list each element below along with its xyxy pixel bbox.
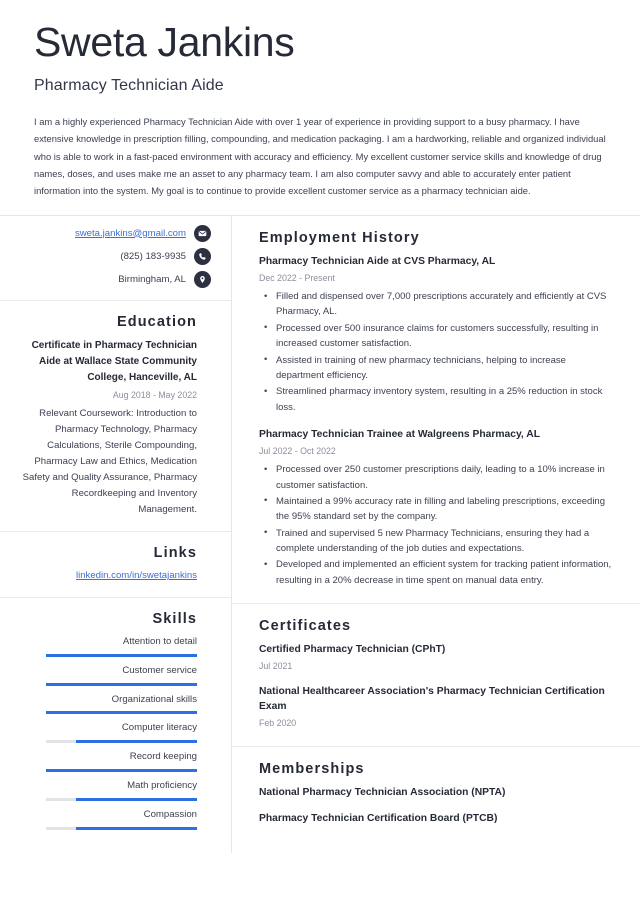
resume-body: sweta.jankins@gmail.com (825) 183-9935 B…: [0, 215, 640, 853]
candidate-job-title: Pharmacy Technician Aide: [34, 77, 224, 95]
certificate-title: National Healthcareer Association's Phar…: [259, 686, 605, 713]
skill-label: Computer literacy: [121, 722, 197, 734]
envelope-icon: [194, 224, 211, 242]
memberships-heading: Memberships: [259, 761, 365, 778]
education-degree: Certificate in Pharmacy Technician Aide …: [31, 339, 197, 384]
employment-bullet: Processed over 500 insurance claims for …: [259, 320, 612, 352]
skill-level-bar: [46, 769, 197, 773]
employment-bullet: Maintained a 99% accuracy rate in fillin…: [259, 493, 612, 525]
sidebar-column: sweta.jankins@gmail.com (825) 183-9935 B…: [0, 215, 232, 853]
resume-header: Sweta Jankins Pharmacy Technician Aide I…: [0, 0, 640, 199]
employment-bullet: Developed and implemented an efficient s…: [259, 557, 612, 588]
contact-email[interactable]: sweta.jankins@gmail.com: [75, 228, 186, 240]
skill-level-fill: [76, 797, 197, 801]
employment-bullet-list: Filled and dispensed over 7,000 prescrip…: [259, 289, 612, 415]
contact-row-phone[interactable]: (825) 183-9935: [14, 247, 211, 265]
skill-label: Customer service: [122, 664, 197, 676]
education-heading: Education: [117, 313, 197, 330]
employment-bullet: Processed over 250 customer prescription…: [259, 462, 612, 493]
employment-bullet-list: Processed over 250 customer prescription…: [259, 462, 612, 588]
skill-level-bar: [46, 653, 197, 657]
skill-item: Compassion: [14, 808, 197, 830]
skill-level-bar: [46, 740, 197, 744]
skill-level-bar: [46, 682, 197, 686]
employment-bullet: Assisted in training of new pharmacy tec…: [259, 352, 612, 384]
professional-summary: I am a highly experienced Pharmacy Techn…: [34, 116, 606, 196]
certificates-entry-list: Certified Pharmacy Technician (CPhT) Jul …: [259, 643, 612, 730]
links-heading: Links: [153, 545, 197, 562]
link-item[interactable]: linkedin.com/in/swetajankins: [14, 569, 197, 583]
skill-level-fill: [46, 769, 197, 773]
employment-entry-date: Dec 2022 - Present: [259, 272, 335, 283]
memberships-entry-list: National Pharmacy Technician Association…: [259, 786, 612, 827]
certificates-heading: Certificates: [259, 618, 352, 635]
candidate-name: Sweta Jankins: [34, 19, 295, 65]
employment-entry: Pharmacy Technician Aide at CVS Pharmacy…: [259, 255, 612, 415]
skill-label: Record keeping: [129, 751, 197, 763]
employment-bullet: Streamlined pharmacy inventory system, r…: [259, 384, 612, 415]
skills-heading: Skills: [152, 610, 197, 627]
membership-entry: Pharmacy Technician Certification Board …: [259, 813, 498, 825]
contact-row-location: Birmingham, AL: [14, 270, 211, 288]
certificate-title: Certified Pharmacy Technician (CPhT): [259, 644, 446, 656]
map-pin-icon: [194, 270, 211, 288]
skill-item: Organizational skills: [14, 693, 197, 715]
skill-level-fill: [76, 826, 197, 830]
memberships-block: Memberships National Pharmacy Technician…: [232, 746, 640, 843]
employment-entry: Pharmacy Technician Trainee at Walgreens…: [259, 428, 612, 588]
skill-level-bar: [46, 711, 197, 715]
employment-bullet: Trained and supervised 5 new Pharmacy Te…: [259, 525, 612, 557]
skill-level-bar: [46, 797, 197, 801]
contact-location: Birmingham, AL: [118, 273, 186, 285]
skill-item: Math proficiency: [14, 779, 197, 801]
education-date: Aug 2018 - May 2022: [112, 390, 197, 401]
skill-item: Record keeping: [14, 750, 197, 773]
links-block: Links linkedin.com/in/swetajankins: [0, 531, 231, 596]
employment-entry-title: Pharmacy Technician Aide at CVS Pharmacy…: [259, 255, 496, 267]
skill-item: Attention to detail: [14, 635, 197, 657]
employment-bullet: Filled and dispensed over 7,000 prescrip…: [259, 289, 612, 320]
skill-item: Computer literacy: [14, 721, 197, 744]
skill-item: Customer service: [14, 664, 197, 686]
skills-block: Skills Attention to detail Customer servi…: [0, 596, 231, 853]
skill-label: Organizational skills: [111, 693, 197, 705]
skills-list: Attention to detail Customer service Organ…: [14, 635, 197, 830]
certificate-date: Jul 2021: [259, 661, 293, 672]
skill-label: Compassion: [143, 808, 197, 820]
skill-level-fill: [46, 653, 197, 657]
phone-icon: [194, 247, 211, 265]
employment-entry-date: Jul 2022 - Oct 2022: [259, 445, 336, 456]
certificate-date: Feb 2020: [259, 718, 297, 729]
education-block: Education Certificate in Pharmacy Techni…: [0, 299, 231, 532]
skill-label: Attention to detail: [122, 635, 197, 647]
skill-level-fill: [46, 682, 197, 686]
membership-entry: National Pharmacy Technician Association…: [259, 787, 506, 799]
certificates-block: Certificates Certified Pharmacy Technici…: [232, 603, 640, 746]
skill-level-bar: [46, 826, 197, 830]
contact-phone: (825) 183-9935: [120, 250, 186, 262]
skill-label: Math proficiency: [127, 780, 197, 792]
certificate-entry: Certified Pharmacy Technician (CPhT) Jul …: [259, 643, 612, 673]
employment-entry-list: Pharmacy Technician Aide at CVS Pharmacy…: [259, 255, 612, 588]
main-column: Employment History Pharmacy Technician A…: [232, 216, 640, 853]
employment-history-block: Employment History Pharmacy Technician A…: [232, 216, 640, 603]
resume-page: Sweta Jankins Pharmacy Technician Aide I…: [0, 0, 640, 905]
employment-entry-title: Pharmacy Technician Trainee at Walgreens…: [259, 429, 540, 441]
contact-block: sweta.jankins@gmail.com (825) 183-9935 B…: [0, 216, 231, 300]
skill-level-fill: [76, 740, 197, 744]
skill-level-fill: [46, 711, 197, 715]
education-description: Relevant Coursework: Introduction to Pha…: [22, 407, 197, 516]
certificate-entry: National Healthcareer Association's Phar…: [259, 685, 612, 730]
employment-history-heading: Employment History: [259, 229, 420, 246]
contact-row-email[interactable]: sweta.jankins@gmail.com: [14, 224, 211, 242]
